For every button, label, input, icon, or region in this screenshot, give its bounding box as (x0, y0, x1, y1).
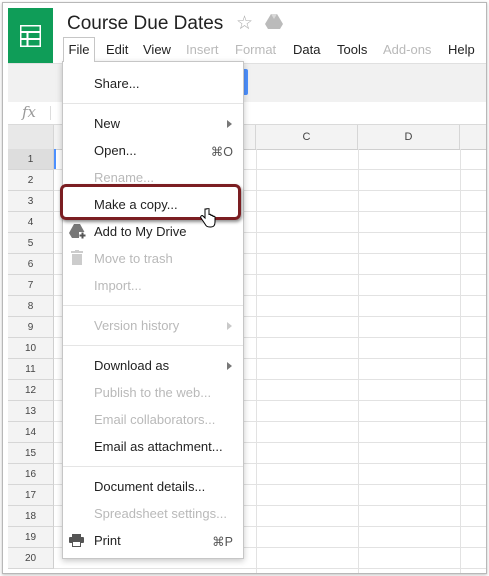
row-header[interactable]: 18 (8, 506, 54, 527)
submenu-arrow-icon (227, 120, 232, 128)
formula-divider (50, 106, 51, 120)
menu-file[interactable]: File (63, 37, 95, 62)
row-header[interactable]: 16 (8, 464, 54, 485)
fx-icon: fx (22, 103, 37, 121)
row-header[interactable]: 10 (8, 338, 54, 359)
menu-item-email-collaborators[interactable]: Email collaborators... (94, 412, 215, 427)
menu-item-print[interactable]: Print (94, 533, 121, 548)
hand-cursor-icon (200, 207, 216, 233)
row-header[interactable]: 3 (8, 191, 54, 212)
menu-addons[interactable]: Add-ons (383, 42, 431, 57)
app-window: Course Due Dates ☆ File Edit View Insert… (2, 2, 487, 574)
column-header-d[interactable]: D (358, 125, 460, 149)
menu-item-rename[interactable]: Rename... (94, 170, 154, 185)
menu-item-import[interactable]: Import... (94, 278, 142, 293)
menu-item-open[interactable]: Open... (94, 143, 137, 158)
shortcut-print: ⌘P (212, 535, 233, 549)
row-header[interactable]: 11 (8, 359, 54, 380)
menu-separator (63, 103, 243, 104)
row-header[interactable]: 20 (8, 548, 54, 569)
row-header[interactable]: 7 (8, 275, 54, 296)
printer-icon (69, 534, 84, 552)
star-icon[interactable]: ☆ (236, 12, 253, 35)
active-cell-indicator (54, 149, 56, 169)
menu-item-spreadsheet-settings[interactable]: Spreadsheet settings... (94, 506, 227, 521)
menu-edit[interactable]: Edit (106, 42, 128, 57)
submenu-arrow-icon (227, 362, 232, 370)
column-gridline (358, 149, 359, 573)
menu-data[interactable]: Data (293, 42, 320, 57)
document-title[interactable]: Course Due Dates (67, 13, 223, 35)
shortcut-open: ⌘O (210, 145, 233, 159)
menu-view[interactable]: View (143, 42, 171, 57)
row-header[interactable]: 1 (8, 149, 54, 170)
menu-item-move-to-trash[interactable]: Move to trash (94, 251, 173, 266)
column-header-c[interactable]: C (256, 125, 358, 149)
row-header[interactable]: 14 (8, 422, 54, 443)
menu-separator (63, 345, 243, 346)
sheets-logo-icon[interactable] (8, 8, 53, 66)
drive-add-icon (69, 224, 86, 244)
row-header[interactable]: 5 (8, 233, 54, 254)
row-header[interactable]: 15 (8, 443, 54, 464)
row-header[interactable]: 12 (8, 380, 54, 401)
row-header[interactable]: 4 (8, 212, 54, 233)
row-header[interactable]: 17 (8, 485, 54, 506)
trash-icon (71, 250, 83, 270)
menu-item-share[interactable]: Share... (94, 76, 140, 91)
row-header[interactable]: 2 (8, 170, 54, 191)
column-gridline (256, 149, 257, 573)
select-all-corner[interactable] (8, 125, 54, 149)
menu-item-publish-to-web[interactable]: Publish to the web... (94, 385, 211, 400)
menu-item-add-to-my-drive[interactable]: Add to My Drive (94, 224, 186, 239)
row-header[interactable]: 19 (8, 527, 54, 548)
menu-separator (63, 466, 243, 467)
file-menu-dropdown: Share... New Open... ⌘O Rename... Make a… (62, 61, 244, 559)
menu-tools[interactable]: Tools (337, 42, 367, 57)
submenu-arrow-icon (227, 322, 232, 330)
menu-insert[interactable]: Insert (186, 42, 219, 57)
row-header[interactable]: 8 (8, 296, 54, 317)
menu-item-new[interactable]: New (94, 116, 120, 131)
menu-help[interactable]: Help (448, 42, 475, 57)
row-header[interactable]: 9 (8, 317, 54, 338)
row-gridline (54, 568, 486, 569)
menu-item-email-as-attachment[interactable]: Email as attachment... (94, 439, 223, 454)
menu-format[interactable]: Format (235, 42, 276, 57)
drive-folder-icon[interactable] (265, 14, 283, 35)
menu-separator (63, 305, 243, 306)
column-header-e[interactable] (460, 125, 486, 149)
row-header[interactable]: 13 (8, 401, 54, 422)
column-gridline (460, 149, 461, 573)
menu-item-document-details[interactable]: Document details... (94, 479, 205, 494)
menu-item-version-history[interactable]: Version history (94, 318, 179, 333)
menu-item-download-as[interactable]: Download as (94, 358, 169, 373)
row-header[interactable]: 6 (8, 254, 54, 275)
